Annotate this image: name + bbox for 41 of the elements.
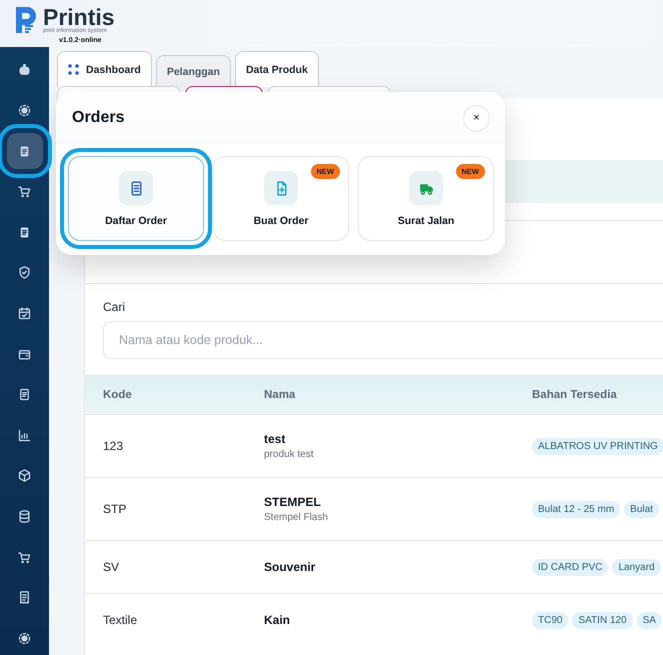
sidebar-item[interactable]: [6, 133, 42, 170]
document-icon: [17, 387, 32, 402]
close-button[interactable]: ×: [463, 104, 490, 132]
tab[interactable]: Pelanggan: [156, 55, 231, 87]
shield-check-icon: [17, 265, 32, 280]
search-label: Cari: [103, 300, 126, 314]
settings-icon: [17, 630, 32, 646]
receipt-icon: [17, 590, 32, 606]
cube-icon: [17, 468, 32, 484]
column-header: Bahan Tersedia: [532, 389, 618, 401]
product-name: STEMPEL: [264, 495, 321, 509]
product-code: Textile: [102, 613, 138, 627]
product-code: STP: [102, 502, 128, 516]
material-tag: SA: [636, 612, 662, 628]
bar-chart-icon: [17, 428, 32, 443]
search-field[interactable]: Nama atau kode produk...: [103, 321, 663, 359]
product-name: Souvenir: [264, 560, 316, 574]
popup-title: Orders: [72, 109, 124, 127]
cart-icon: [17, 550, 32, 565]
product-description: Stempel Flash: [264, 512, 328, 523]
material-tag: ALBATROS UV PRINTING: [532, 438, 663, 454]
grid-dots-icon: [68, 64, 79, 75]
material-tag: ID CARD PVC: [532, 558, 608, 576]
column-header: Kode: [102, 389, 133, 401]
product-code: SV: [102, 560, 120, 574]
material-tag: Bulat: [624, 500, 659, 518]
settings-icon: [17, 103, 32, 118]
material-tag: TC90: [532, 612, 568, 628]
column-header: Nama: [264, 389, 296, 401]
material-tag: SATIN 120: [572, 612, 633, 628]
material-tag: Lanyard: [612, 558, 661, 576]
database-icon: [17, 509, 32, 524]
product-name: Kain: [264, 613, 290, 627]
product-code: 123: [102, 439, 124, 453]
cart-icon: [17, 184, 32, 200]
material-tag: Bulat 12 - 25 mm: [532, 500, 620, 518]
product-name: test: [264, 432, 286, 446]
calendar-check-icon: [17, 306, 32, 322]
tab[interactable]: Data Produk: [234, 51, 319, 87]
tab[interactable]: Dashboard: [57, 51, 152, 87]
product-description: produk test: [264, 449, 314, 460]
